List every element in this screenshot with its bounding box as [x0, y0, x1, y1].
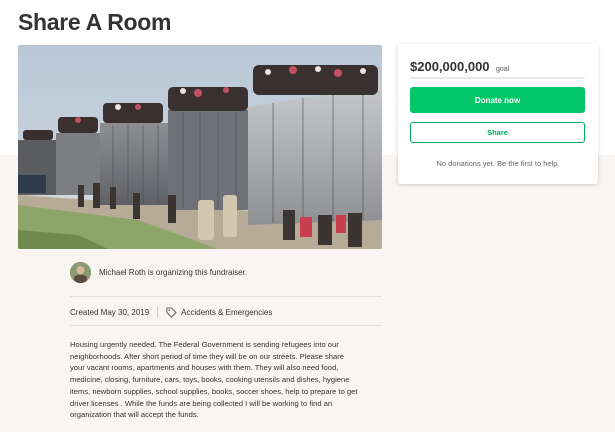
- organizer-row: Michael Roth is organizing this fundrais…: [70, 262, 247, 283]
- story-text: Housing urgently needed. The Federal Gov…: [70, 339, 386, 421]
- donation-card: $200,000,000 goal Donate now Share No do…: [398, 44, 598, 184]
- organizer-text: Michael Roth is organizing this fundrais…: [99, 268, 248, 277]
- no-donations-text: No donations yet. Be the first to help.: [436, 159, 560, 168]
- story-line: medicine, closing, furniture, cars, toys…: [70, 375, 350, 385]
- page-title: Share A Room: [18, 9, 172, 35]
- story-line: Housing urgently needed. The Federal Gov…: [70, 340, 339, 349]
- avatar[interactable]: [70, 262, 91, 283]
- goal-amount: $200,000,000: [410, 59, 490, 74]
- story-line: your vacant rooms, apartments and houses…: [70, 363, 339, 373]
- goal-label: goal: [495, 66, 510, 73]
- progress-bar: [410, 77, 585, 79]
- divider: [70, 296, 382, 297]
- share-button[interactable]: Share: [410, 122, 585, 143]
- amount-row: $200,000,000 goal: [410, 58, 509, 76]
- divider: [70, 325, 382, 326]
- created-date: Created May 30, 2019: [70, 307, 150, 317]
- train-photo: [18, 45, 382, 249]
- hero-image[interactable]: [18, 45, 382, 249]
- category-link[interactable]: Accidents & Emergencies: [181, 308, 272, 317]
- meta-separator: [157, 306, 159, 318]
- avatar-image: [70, 262, 91, 283]
- story-line: neighborhoods. After short period of tim…: [70, 351, 344, 361]
- story-line: items, newborn supplies, school supplies…: [70, 386, 358, 396]
- story-line: driver licenses . While the funds are be…: [70, 398, 333, 408]
- meta-row: Created May 30, 2019 Accidents & Emergen…: [70, 306, 272, 318]
- donate-now-button[interactable]: Donate now: [410, 87, 585, 113]
- story-line: organization that will accept the funds.: [70, 410, 199, 420]
- tag-icon: [166, 306, 177, 318]
